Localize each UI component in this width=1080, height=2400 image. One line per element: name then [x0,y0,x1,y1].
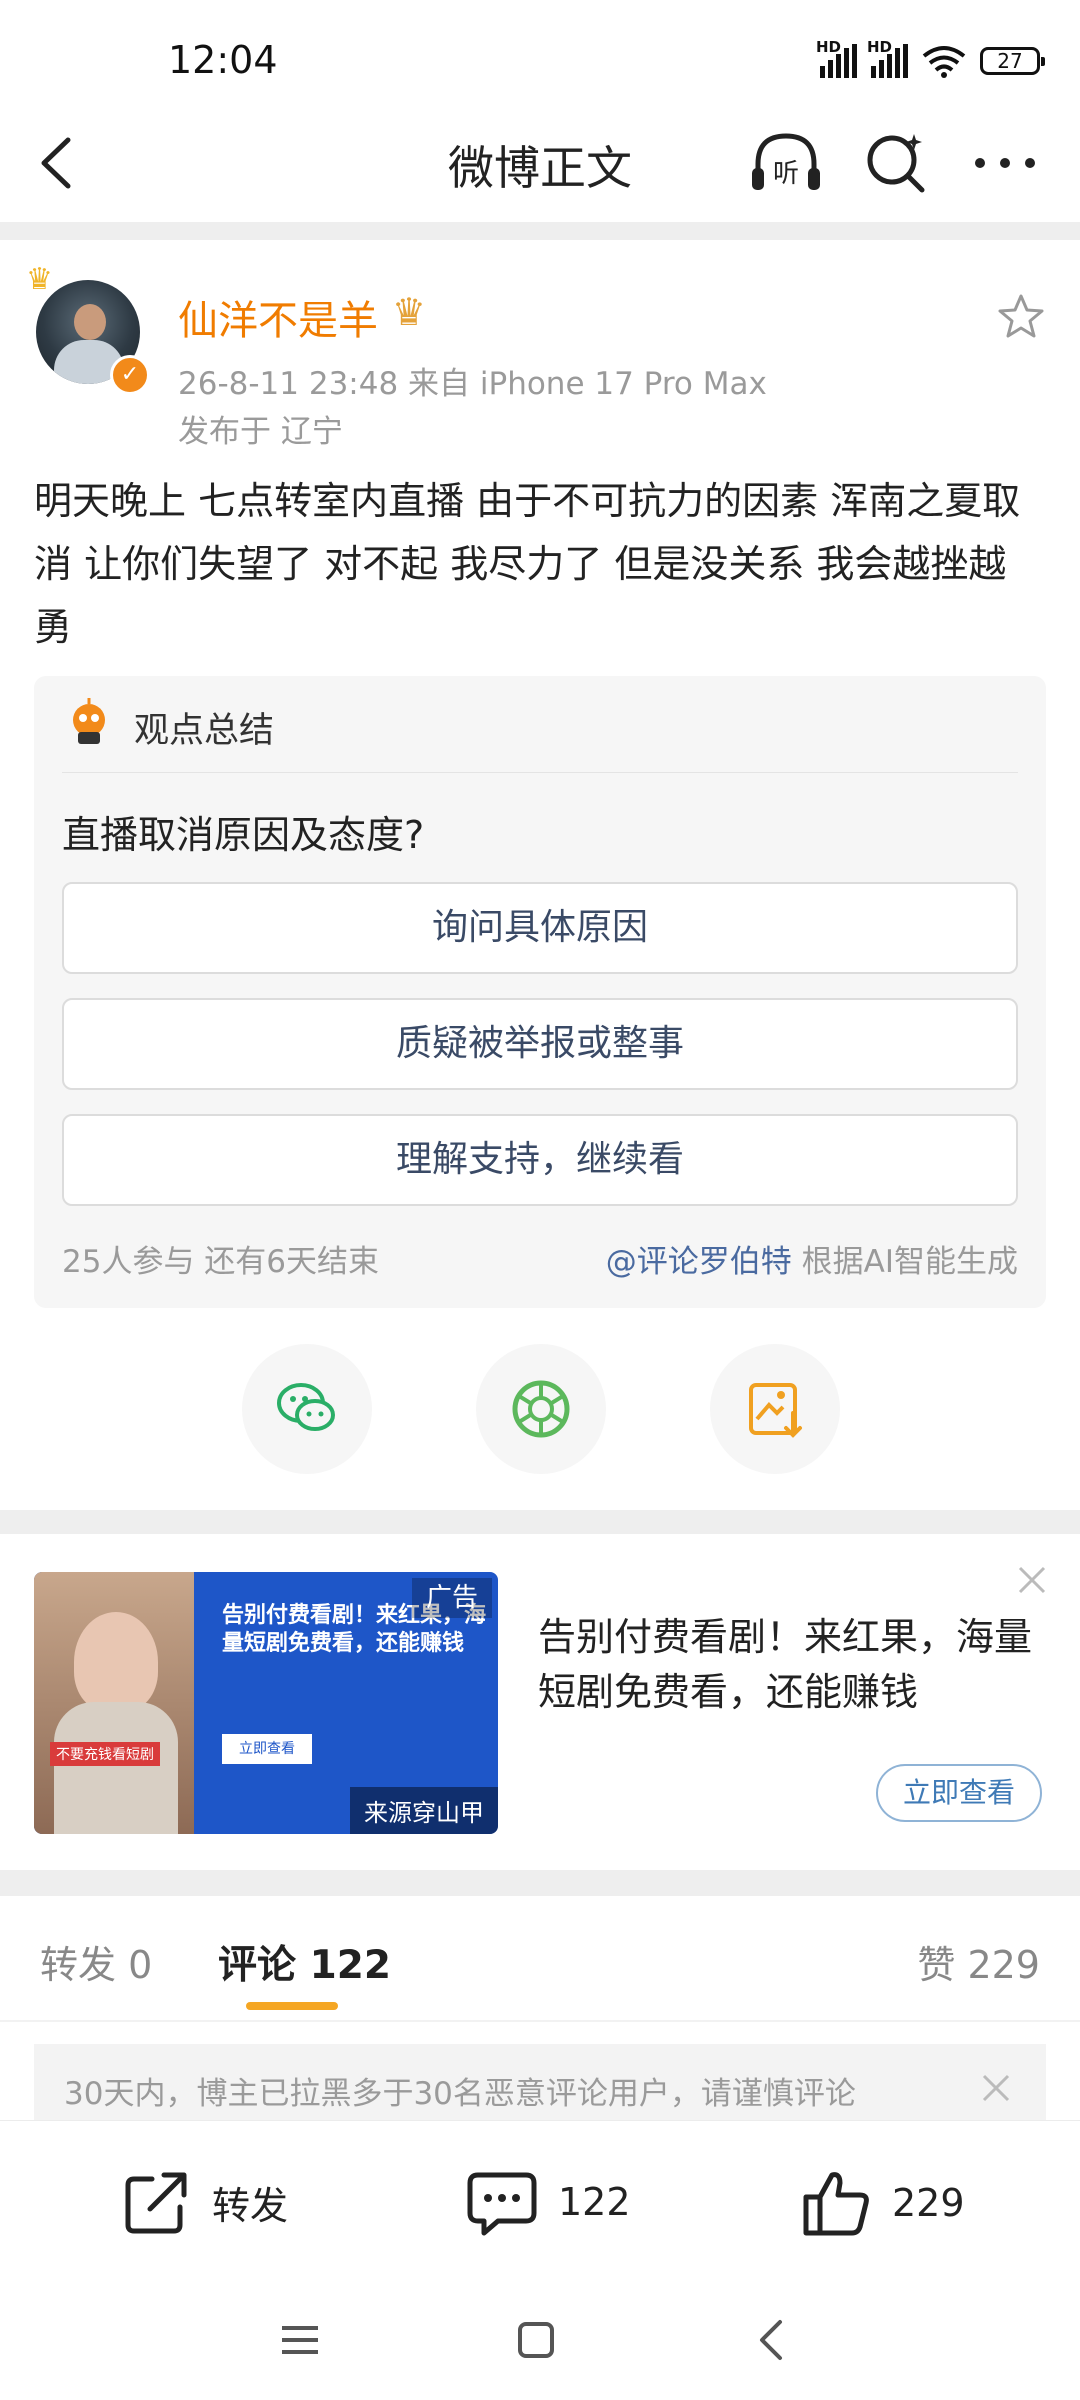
tab-indicator [246,2002,338,2010]
ad-source: 来源穿山甲 [350,1787,498,1834]
signal-icon: HD [867,38,908,78]
status-icons: HD HD 27 [816,38,1045,78]
opinion-summary-card: 观点总结 直播取消原因及态度? 询问具体原因 质疑被举报或整事 理解支持，继续看… [34,676,1046,1308]
crown-icon: ♛ [26,262,53,297]
close-icon [982,2074,1010,2102]
ad-close-button[interactable] [1014,1562,1050,1598]
opinion-option[interactable]: 质疑被举报或整事 [62,998,1018,1090]
ad-image[interactable]: 不要充钱看短剧 告别付费看剧！来红果，海量短剧免费看，还能赚钱 立即查看 广告 … [34,1572,498,1834]
nav-menu-button[interactable] [270,2310,330,2370]
post-meta: 26-8-11 23:48 来自 iPhone 17 Pro Max [178,366,767,402]
opinion-divider [62,772,1018,773]
tab-like[interactable]: 赞 229 [917,1934,1040,1989]
star-icon [998,294,1044,338]
section-divider [0,222,1080,240]
like-button[interactable]: 229 [800,2167,965,2239]
more-icon [975,158,1035,168]
post-body: 明天晚上 七点转室内直播 由于不可抗力的因素 浑南之夏取消 让你们失望了 对不起… [34,479,1021,649]
signal-icon: HD [816,38,857,78]
listen-button[interactable]: 听 [748,128,824,198]
tab-comment[interactable]: 评论 122 [218,1934,391,1990]
menu-icon [282,2326,318,2354]
system-nav-bar [0,2280,1080,2400]
more-button[interactable] [970,128,1040,198]
status-time: 12:04 [168,38,278,82]
wechat-icon [277,1383,335,1431]
verified-icon: ✓ [110,355,150,395]
vip-crown-icon[interactable]: ♛ [392,290,426,334]
ad-image-cta: 立即查看 [222,1734,312,1764]
repost-icon [125,2172,187,2234]
thumbs-up-icon [803,2172,869,2236]
ai-robot-icon [73,698,105,744]
like-count: 229 [892,2181,965,2225]
comment-button[interactable]: 122 [466,2167,631,2237]
signal-hd-label: HD [816,38,842,56]
ad-image-tagline: 不要充钱看短剧 [50,1742,160,1766]
section-divider [0,1510,1080,1534]
section-divider [0,1870,1080,1896]
share-wechat-button[interactable] [242,1344,372,1474]
opinion-title: 观点总结 [134,711,275,751]
save-image-button[interactable] [710,1344,840,1474]
nav-back-icon [760,2320,782,2360]
share-moments-button[interactable] [476,1344,606,1474]
comment-icon [467,2172,537,2236]
wifi-icon [922,46,966,78]
favorite-button[interactable] [996,292,1046,342]
username[interactable]: 仙洋不是羊 [178,288,378,346]
search-icon [867,134,925,193]
ad-badge: 广告 [412,1578,492,1618]
notice-close-button[interactable] [978,2070,1014,2106]
home-square-icon [518,2322,554,2358]
close-icon [1018,1566,1046,1594]
opinion-question: 直播取消原因及态度? [62,813,425,857]
opinion-participation: 25人参与 还有6天结束 [62,1244,380,1280]
opinion-source: @评论罗伯特 根据AI智能生成 [606,1236,1018,1281]
nav-back-button[interactable] [742,2310,802,2370]
notice-text: 30天内，博主已拉黑多于30名恶意评论用户，请谨慎评论 [64,2076,856,2112]
tab-divider [0,2020,1080,2022]
search-button[interactable] [862,128,932,198]
post-location: 发布于 辽宁 [178,414,343,450]
moments-icon [512,1380,570,1438]
save-image-icon [749,1383,802,1438]
opinion-option[interactable]: 询问具体原因 [62,882,1018,974]
comment-count: 122 [558,2180,631,2224]
listen-icon-glyph: 听 [773,159,799,189]
repost-button[interactable]: 转发 [122,2167,288,2237]
signal-hd-label: HD [867,38,893,56]
generated-note: 根据AI智能生成 [801,1244,1018,1280]
ad-text[interactable]: 告别付费看剧！来红果，海量短剧免费看，还能赚钱 [538,1610,1048,1720]
bottom-action-bar: 转发 122 229 [0,2120,1080,2281]
mention-link[interactable]: @评论罗伯特 [606,1244,792,1280]
tab-repost[interactable]: 转发 0 [40,1934,152,1989]
repost-label: 转发 [212,2183,289,2228]
opinion-option[interactable]: 理解支持，继续看 [62,1114,1018,1206]
ad-cta-button[interactable]: 立即查看 [876,1764,1042,1822]
battery-icon: 27 [980,47,1045,75]
listen-icon: 听 [752,133,820,190]
nav-home-button[interactable] [506,2310,566,2370]
